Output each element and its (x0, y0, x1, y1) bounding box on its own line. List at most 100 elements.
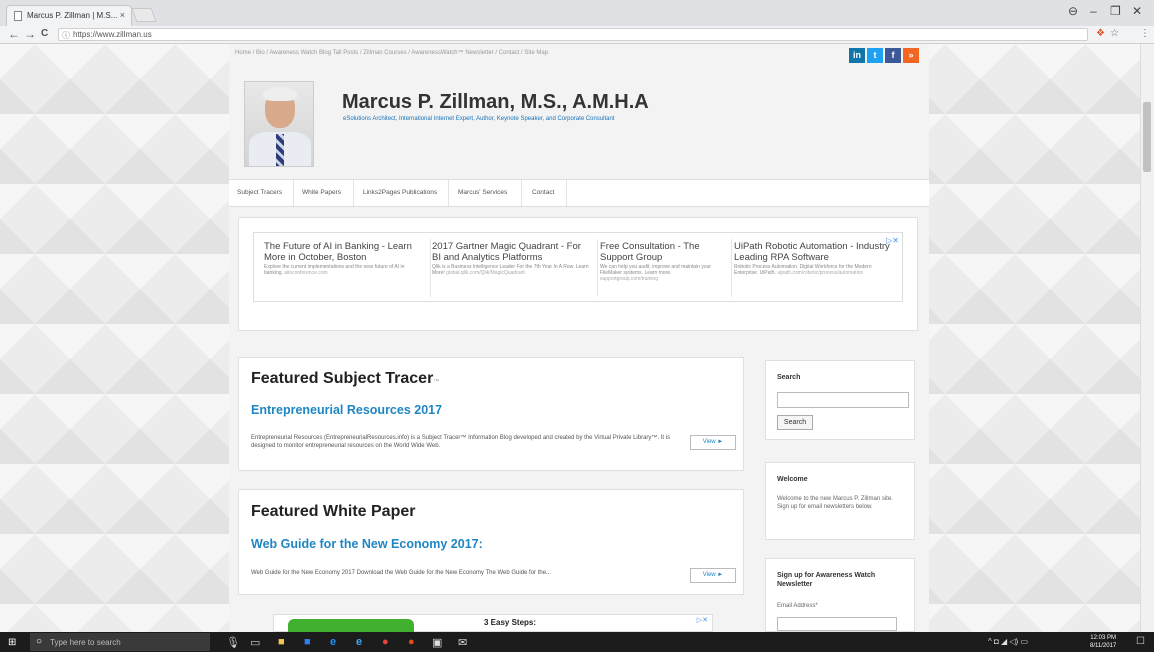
page-scrollbar[interactable] (1140, 44, 1154, 632)
social-links: in t f » (849, 48, 919, 63)
welcome-widget: Welcome Welcome to the new Marcus P. Zil… (765, 462, 915, 540)
taskbar-search-placeholder: Type here to search (50, 638, 121, 647)
ad-graphic (288, 619, 414, 633)
windows-taskbar: ⊞ ○ Type here to search 🎙 ▭ ■ ■ e e ● ● … (0, 632, 1154, 652)
calculator-icon[interactable]: ▣ (432, 636, 442, 649)
ad-url[interactable]: supportgroup.com/training (600, 276, 658, 282)
site-title[interactable]: Marcus P. Zillman, M.S., A.M.H.A (342, 91, 649, 114)
new-tab-button[interactable] (131, 8, 157, 22)
extension-icon[interactable]: ❖ (1096, 28, 1105, 39)
close-window-button[interactable]: ✕ (1132, 4, 1142, 18)
bottom-ad-banner[interactable]: 3 Easy Steps: ▷✕ (273, 614, 713, 633)
windows-start-icon[interactable]: ⊞ (8, 637, 16, 648)
file-explorer-icon[interactable]: ■ (278, 636, 285, 648)
ad-url[interactable]: aiinconference.com (284, 270, 327, 276)
nav-contact[interactable]: Contact (532, 189, 554, 196)
taskbar-clock[interactable]: 12:03 PM 8/11/2017 (1090, 634, 1116, 650)
twitter-icon[interactable]: t (867, 48, 883, 63)
search-widget: Search Search (765, 360, 915, 440)
nav-subject-tracers[interactable]: Subject Tracers (237, 189, 282, 196)
featured-white-paper: Featured White Paper Web Guide for the N… (238, 489, 744, 595)
firefox-icon[interactable]: ● (408, 636, 415, 648)
rss-icon[interactable]: » (903, 48, 919, 63)
ad-url[interactable]: global.qlik.com/Qlik/MagicQuadrant (446, 270, 525, 276)
site-tagline: eSolutions Architect, International Inte… (343, 116, 615, 122)
nav-publications[interactable]: Links2Pages Publications (363, 189, 437, 196)
back-button[interactable]: ← (8, 27, 20, 41)
edge-icon[interactable]: e (330, 636, 336, 648)
tab-title: Marcus P. Zillman | M.S... (27, 11, 118, 20)
clock-date: 8/11/2017 (1090, 643, 1117, 649)
ad-item[interactable]: UiPath Robotic Automation - Industry Lea… (734, 241, 894, 276)
microphone-icon[interactable]: 🎙 (226, 636, 240, 649)
mail-icon[interactable]: ✉ (458, 636, 467, 649)
store-icon[interactable]: ■ (304, 636, 311, 648)
ad-item[interactable]: The Future of AI in Banking - Learn More… (264, 241, 424, 276)
chrome-icon[interactable]: ● (382, 636, 389, 648)
section-heading: Featured Subject Tracer™ (251, 370, 440, 387)
ad-headline[interactable]: UiPath Robotic Automation - Industry Lea… (734, 241, 894, 263)
adchoices-icon[interactable]: ▷✕ (697, 616, 708, 624)
tab-close-icon[interactable]: × (120, 10, 125, 20)
minimize-button[interactable]: – (1090, 4, 1097, 18)
widget-title: Welcome (777, 476, 808, 483)
search-input[interactable] (777, 392, 909, 408)
maximize-button[interactable]: ❐ (1110, 4, 1121, 18)
author-photo (244, 81, 314, 167)
browser-menu-icon[interactable]: ⋮ (1140, 28, 1150, 39)
bottom-ad-text[interactable]: 3 Easy Steps: (484, 618, 536, 627)
linkedin-icon[interactable]: in (849, 48, 865, 63)
featured-subject-tracer: Featured Subject Tracer™ Entrepreneurial… (238, 357, 744, 471)
scrollbar-thumb[interactable] (1143, 102, 1151, 172)
view-button[interactable]: View ► (690, 568, 736, 583)
site-header: Marcus P. Zillman, M.S., A.M.H.A eSoluti… (239, 74, 919, 179)
view-button[interactable]: View ► (690, 435, 736, 450)
system-tray-icons[interactable]: ^ ◘ ◢ ◁) ▭ (988, 637, 1028, 646)
ad-item[interactable]: 2017 Gartner Magic Quadrant - For BI and… (432, 241, 590, 276)
taskbar-search-box[interactable]: ○ Type here to search (30, 633, 210, 651)
ad-headline[interactable]: Free Consultation - The Support Group (600, 241, 725, 263)
main-navigation: Subject Tracers White Papers Links2Pages… (229, 179, 929, 208)
featured-tracer-title[interactable]: Entrepreneurial Resources 2017 (251, 403, 442, 417)
featured-paper-title[interactable]: Web Guide for the New Economy 2017: (251, 537, 483, 551)
browser-toolbar: ← → C ⓘ https://www.zillman.us ❖ ☆ ⋮ (0, 26, 1154, 44)
ad-headline[interactable]: 2017 Gartner Magic Quadrant - For BI and… (432, 241, 590, 263)
featured-tracer-body: Entrepreneurial Resources (Entrepreneuri… (251, 435, 671, 449)
ad-container: The Future of AI in Banking - Learn More… (238, 217, 918, 331)
welcome-text: Welcome to the new Marcus P. Zillman sit… (777, 496, 893, 510)
ie-icon[interactable]: e (356, 636, 362, 648)
ad-headline[interactable]: The Future of AI in Banking - Learn More… (264, 241, 424, 263)
ad-item[interactable]: Free Consultation - The Support Group We… (600, 241, 725, 282)
newsletter-widget: Sign up for Awareness Watch Newsletter E… (765, 558, 915, 632)
ad-description: We can help you audit, improve and maint… (600, 264, 712, 276)
trademark: ™ (433, 379, 440, 385)
widget-title: Sign up for Awareness Watch Newsletter (777, 572, 876, 588)
section-heading: Featured White Paper (251, 503, 416, 520)
action-center-icon[interactable]: ☐ (1136, 636, 1145, 647)
browser-tab[interactable]: Marcus P. Zillman | M.S... × (6, 5, 132, 26)
email-field[interactable] (777, 617, 897, 631)
forward-button[interactable]: → (24, 27, 36, 41)
nav-white-papers[interactable]: White Papers (302, 189, 341, 196)
nav-services[interactable]: Marcus' Services (458, 189, 507, 196)
task-view-icon[interactable]: ▭ (250, 636, 260, 649)
site-container: Home / Bio / Awareness Watch Blog Tall P… (229, 44, 929, 633)
address-bar[interactable]: ⓘ https://www.zillman.us (58, 28, 1088, 41)
ad-url[interactable]: uipath.com/robotic/process/automation (777, 270, 863, 276)
text-ads: The Future of AI in Banking - Learn More… (253, 232, 903, 302)
bookmark-star-icon[interactable]: ☆ (1110, 28, 1119, 39)
cortana-icon: ○ (36, 636, 43, 647)
address-url: https://www.zillman.us (73, 30, 152, 39)
info-icon[interactable]: ⓘ (62, 30, 70, 41)
tab-strip: Marcus P. Zillman | M.S... × ⊖ – ❐ ✕ (0, 0, 1154, 26)
facebook-icon[interactable]: f (885, 48, 901, 63)
featured-paper-body: Web Guide for the New Economy 2017 Downl… (251, 570, 552, 576)
top-navigation[interactable]: Home / Bio / Awareness Watch Blog Tall P… (235, 50, 548, 56)
email-label: Email Address* (777, 603, 818, 609)
reload-button[interactable]: C (41, 28, 48, 39)
browser-chrome: Marcus P. Zillman | M.S... × ⊖ – ❐ ✕ ← →… (0, 0, 1154, 44)
user-icon[interactable]: ⊖ (1068, 4, 1078, 18)
search-button[interactable]: Search (777, 415, 813, 430)
page-icon (14, 11, 22, 21)
adchoices-icon[interactable]: ▷✕ (886, 236, 899, 245)
